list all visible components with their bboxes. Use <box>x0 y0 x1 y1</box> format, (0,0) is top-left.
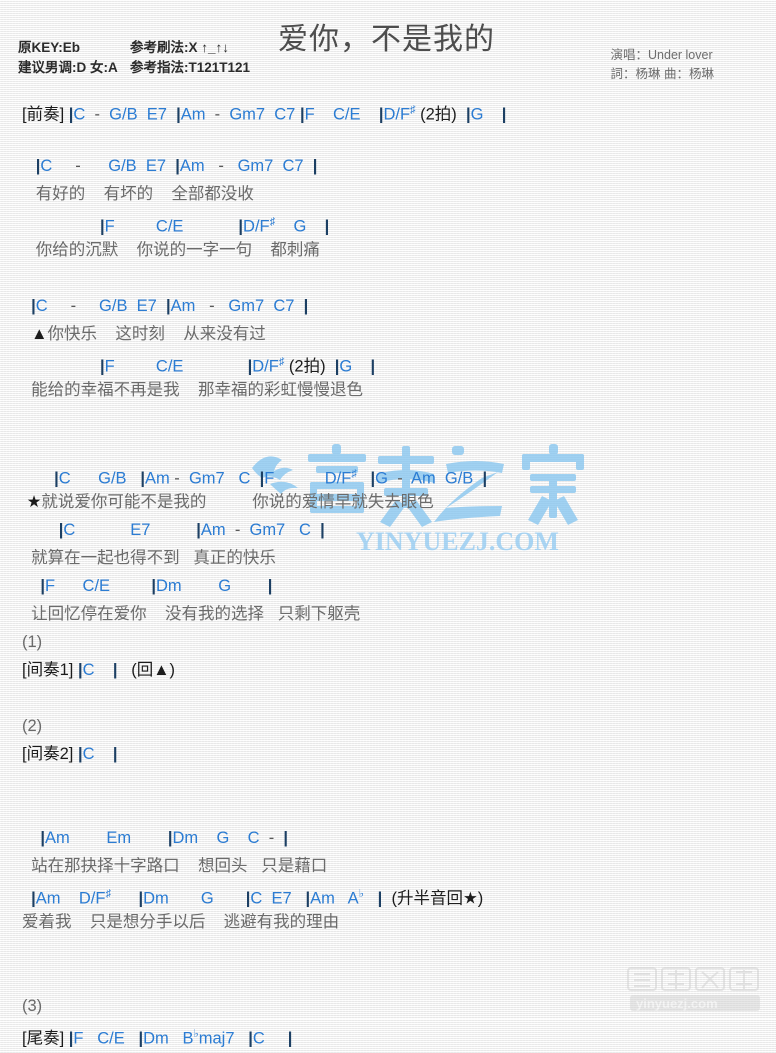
chord-line: [间奏1] |C | (回▲) <box>22 661 176 679</box>
section-intro: [前奏] |C - G/B E7 |Am - Gm7 C7 |F C/E |D/… <box>0 96 776 124</box>
chord-line: |F C/E |D/F♯ (2拍) |G | <box>99 356 376 376</box>
section-bridge-b: |Am D/F♯ |Dm G |C E7 |Am A♭ | (升半音回★) 爱着我… <box>0 880 776 936</box>
chord-sheet: [前奏] |C - G/B E7 |Am - Gm7 C7 |F C/E |D/… <box>0 96 776 1048</box>
section-outro: (3) [尾奏] |F C/E |Dm B♭maj7 |C | <box>0 936 776 1048</box>
chord-line: |Am D/F♯ |Dm G |C E7 |Am A♭ | (升半音回★) <box>31 888 484 908</box>
section-interlude-1: (1) [间奏1] |C | (回▲) <box>0 628 776 684</box>
section-chorus-a: |C G/B |Am - Gm7 C |F D/F♯ |G - Am G/B |… <box>0 404 776 516</box>
ending-number: (1) <box>22 633 43 651</box>
chord-line: [前奏] |C - G/B E7 |Am - Gm7 C7 |F C/E |D/… <box>22 104 507 124</box>
lyric-line: 站在那抉择十字路口 想回头 只是藉口 <box>22 857 328 875</box>
chord-line: |C - G/B E7 |Am - Gm7 C7 | <box>35 157 318 175</box>
singer-label: 演唱：Under lover <box>610 48 713 62</box>
ending-number: (3) <box>22 997 43 1015</box>
section-interlude-2: (2) [间奏2] |C | <box>0 684 776 768</box>
section-verse-2a: |C - G/B E7 |Am - Gm7 C7 | ▲你快乐 这时刻 从来没有… <box>0 264 776 348</box>
meta-row: 原KEY:Eb 参考刷法:X ↑_↑↓ <box>18 38 250 58</box>
chord-line: |C G/B |Am - Gm7 C |F D/F♯ |G - Am G/B | <box>54 468 488 488</box>
meta-row: 建议男调:D 女:A 参考指法:T121T121 <box>18 58 250 78</box>
chord-line: |F C/E |D/F♯ G | <box>99 216 330 236</box>
section-verse-1a: |C - G/B E7 |Am - Gm7 C7 | 有好的 有坏的 全部都没收 <box>0 124 776 208</box>
lyric-line: ★就说爱你可能不是我的 你说的爱情早就失去眼色 <box>26 493 434 511</box>
lyric-line: 爱着我 只是想分手以后 逃避有我的理由 <box>22 913 340 931</box>
section-bridge-a: |Am Em |Dm G C - | 站在那抉择十字路口 想回头 只是藉口 <box>0 768 776 880</box>
chord-line: |F C/E |Dm G | <box>40 577 273 595</box>
lyric-line: 让回忆停在爱你 没有我的选择 只剩下躯壳 <box>22 605 361 623</box>
lyric-line: ▲你快乐 这时刻 从来没有过 <box>31 325 266 343</box>
section-verse-1b: |F C/E |D/F♯ G | 你给的沉默 你说的一字一句 都刺痛 <box>0 208 776 264</box>
lyric-line: 就算在一起也得不到 真正的快乐 <box>22 549 276 567</box>
section-chorus-b: |C E7 |Am - Gm7 C | 就算在一起也得不到 真正的快乐 <box>0 516 776 572</box>
chord-line: |Am Em |Dm G C - | <box>40 829 289 847</box>
credits-block: 演唱：Under lover 詞：杨琳 曲：杨琳 <box>611 46 714 84</box>
page-title: 爱你，不是我的 <box>278 23 495 56</box>
ending-number: (2) <box>22 717 43 735</box>
lyric-line: 有好的 有坏的 全部都没收 <box>22 185 254 203</box>
section-verse-2b: |F C/E |D/F♯ (2拍) |G | 能给的幸福不再是我 那幸福的彩虹慢… <box>0 348 776 404</box>
section-chorus-c: |F C/E |Dm G | 让回忆停在爱你 没有我的选择 只剩下躯壳 <box>0 572 776 628</box>
chord-line: [尾奏] |F C/E |Dm B♭maj7 |C | <box>22 1028 293 1048</box>
lyric-line: 能给的幸福不再是我 那幸福的彩虹慢慢退色 <box>22 381 364 399</box>
page-header: 原KEY:Eb 参考刷法:X ↑_↑↓ 建议男调:D 女:A 参考指法:T121T1… <box>0 0 776 96</box>
suggested-key-label: 建议男调:D 女:A <box>18 60 118 75</box>
chord-line: |C E7 |Am - Gm7 C | <box>58 521 325 539</box>
chord-line: [间奏2] |C | <box>22 745 118 763</box>
lyric-line: 你给的沉默 你说的一字一句 都刺痛 <box>22 241 320 259</box>
strum-pattern-label: 参考刷法:X ↑_↑↓ <box>130 40 230 55</box>
writer-label: 詞：杨琳 曲：杨琳 <box>610 67 714 81</box>
fingering-pattern-label: 参考指法:T121T121 <box>130 60 251 75</box>
original-key-label: 原KEY:Eb <box>18 40 81 55</box>
chord-line: |C - G/B E7 |Am - Gm7 C7 | <box>31 297 309 315</box>
key-and-technique-meta: 原KEY:Eb 参考刷法:X ↑_↑↓ 建议男调:D 女:A 参考指法:T121T1… <box>18 38 250 78</box>
